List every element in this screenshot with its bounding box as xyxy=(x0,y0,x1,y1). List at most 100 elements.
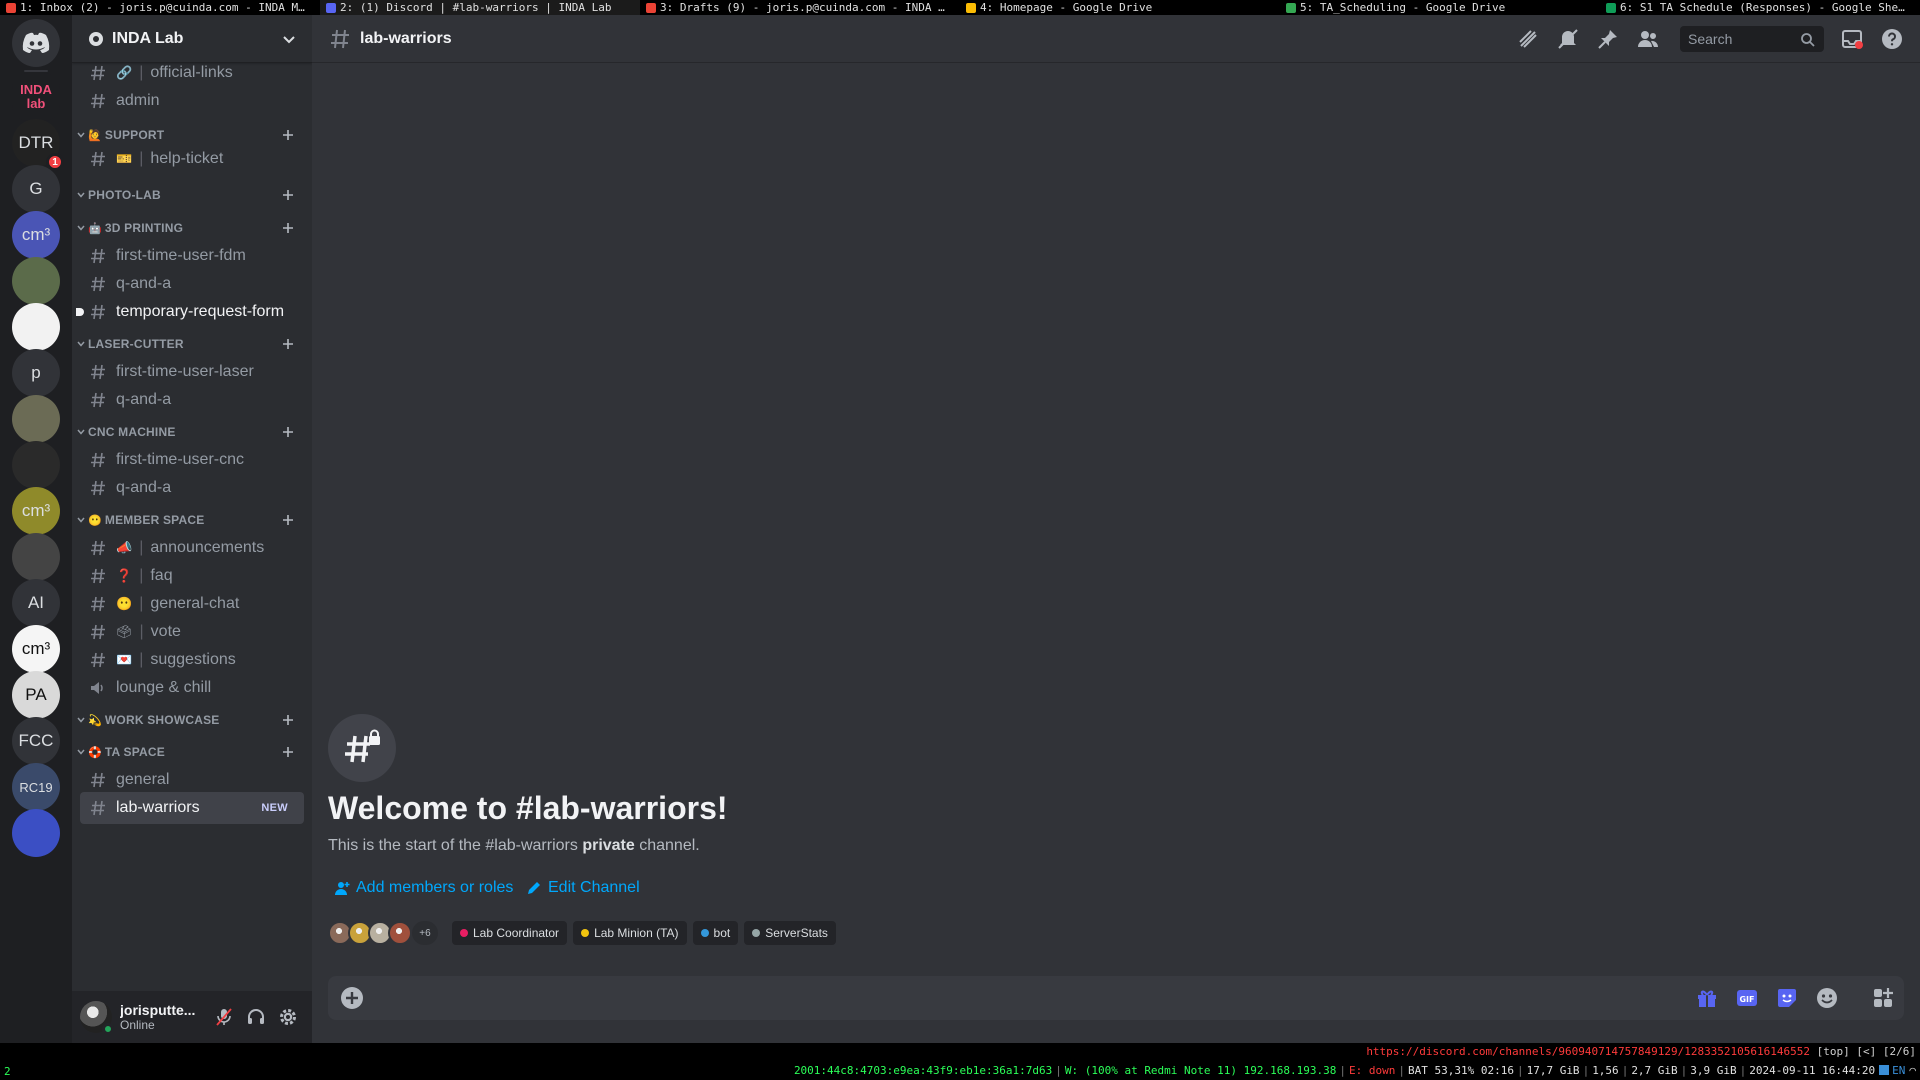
channel-label: first-time-user-fdm xyxy=(116,247,246,264)
channel-help-ticket[interactable]: 🎫 | help-ticket xyxy=(80,143,304,175)
guild-header[interactable]: INDA Lab xyxy=(72,15,312,63)
channel-title: lab-warriors xyxy=(360,29,452,47)
add-members-button[interactable]: Add members or roles xyxy=(334,876,513,900)
add-channel-icon[interactable] xyxy=(280,712,296,728)
add-channel-icon[interactable] xyxy=(280,220,296,236)
category-ta-space[interactable]: 🛟 TA SPACE xyxy=(72,740,312,764)
member-avatars[interactable] xyxy=(328,921,412,945)
channel-q-and-a[interactable]: q-and-a xyxy=(80,384,304,416)
server-cm3-yellow[interactable]: cm³ xyxy=(12,487,60,535)
role-pill[interactable]: Lab Minion (TA) xyxy=(573,921,687,945)
chevron-down-icon xyxy=(77,132,85,138)
user-settings-button[interactable] xyxy=(272,1001,304,1033)
category-label: CNC MACHINE xyxy=(88,425,176,439)
category-cnc-machine[interactable]: CNC MACHINE xyxy=(72,420,312,444)
add-channel-icon[interactable] xyxy=(280,336,296,352)
server-label: cm³ xyxy=(21,639,51,658)
workspace-number[interactable]: 2 xyxy=(4,1065,11,1078)
category-work-showcase[interactable]: 💫 WORK SHOWCASE xyxy=(72,708,312,732)
gift-icon[interactable] xyxy=(1695,986,1719,1010)
add-channel-icon[interactable] xyxy=(280,127,296,143)
more-members-count[interactable]: +6 xyxy=(412,921,438,945)
channel-q-and-a[interactable]: q-and-a xyxy=(80,472,304,504)
server-maze[interactable] xyxy=(12,303,60,351)
new-badge: NEW xyxy=(261,802,288,814)
user-info[interactable]: jorisputte... Online xyxy=(120,1002,208,1032)
channel-temporary-request-form[interactable]: temporary-request-form xyxy=(76,296,304,328)
pin-icon[interactable] xyxy=(1596,27,1620,51)
user-status: Online xyxy=(120,1018,155,1032)
inbox-icon[interactable] xyxy=(1840,27,1864,51)
channel-label: announcements xyxy=(150,539,265,556)
server-rc19[interactable]: RC19 xyxy=(12,763,60,811)
chevron-down-icon xyxy=(77,341,85,347)
add-attachment-icon[interactable] xyxy=(340,986,364,1010)
channel-label: q-and-a xyxy=(116,391,172,408)
role-pill[interactable]: bot xyxy=(692,921,739,945)
mute-button[interactable] xyxy=(208,1001,240,1033)
window-tab[interactable]: 1: Inbox (2) - joris.p@cuinda.com - INDA… xyxy=(0,0,320,15)
server-g[interactable]: G xyxy=(12,165,60,213)
add-channel-icon[interactable] xyxy=(280,187,296,203)
add-channel-icon[interactable] xyxy=(280,424,296,440)
member-avatar[interactable] xyxy=(388,921,412,945)
server-pa[interactable]: PA xyxy=(12,671,60,719)
channel-lab-warriors[interactable]: lab-warriors NEW xyxy=(80,792,304,824)
category-3d-printing[interactable]: 🤖 3D PRINTING xyxy=(72,216,312,240)
server-discord-home[interactable] xyxy=(12,19,60,67)
keyboard-layout[interactable]: EN xyxy=(1892,1064,1905,1077)
notification-bell-muted-icon[interactable] xyxy=(1556,27,1580,51)
channel-label: q-and-a xyxy=(116,479,172,496)
channel-label: help-ticket xyxy=(150,150,224,167)
server-dtr[interactable]: DTR 1 xyxy=(12,119,64,171)
server-cm3-blue[interactable]: cm³ xyxy=(12,211,60,259)
category-photo-lab[interactable]: PHOTO-LAB xyxy=(72,183,312,207)
user-name: jorisputte... xyxy=(120,1002,196,1018)
wifi-icon[interactable]: ◠ xyxy=(1909,1064,1916,1077)
channel-admin[interactable]: admin xyxy=(80,85,304,117)
member-list-icon[interactable] xyxy=(1636,27,1660,51)
category-member-space[interactable]: 😶 MEMBER SPACE xyxy=(72,508,312,532)
server-ai[interactable]: AI xyxy=(12,579,60,627)
emoji-icon[interactable] xyxy=(1815,986,1839,1010)
window-tab[interactable]: 5: TA_Scheduling - Google Drive xyxy=(1280,0,1600,15)
threads-icon[interactable] xyxy=(1516,27,1540,51)
sticker-icon[interactable] xyxy=(1775,986,1799,1010)
edit-channel-button[interactable]: Edit Channel xyxy=(526,876,640,900)
hashtag-icon xyxy=(91,151,105,167)
gif-icon[interactable]: GIF xyxy=(1735,986,1759,1010)
user-avatar[interactable] xyxy=(80,1001,114,1035)
window-tab[interactable]: 2: (1) Discord | #lab-warriors | INDA La… xyxy=(320,0,640,15)
add-channel-icon[interactable] xyxy=(280,744,296,760)
server-inda-lab[interactable]: INDA lab xyxy=(12,73,60,121)
channel-header: lab-warriors xyxy=(312,15,1920,63)
server-clock[interactable] xyxy=(12,533,60,581)
hashtag-icon xyxy=(91,800,105,816)
add-channel-icon[interactable] xyxy=(280,512,296,528)
help-icon[interactable] xyxy=(1880,27,1904,51)
welcome-desc-bold: private xyxy=(582,837,635,854)
message-input[interactable] xyxy=(380,976,1680,1020)
role-color-dot xyxy=(460,929,468,937)
server-wolf[interactable] xyxy=(12,441,60,489)
role-pills: Lab Coordinator Lab Minion (TA) bot ServerS… xyxy=(452,921,842,945)
window-tab[interactable]: 3: Drafts (9) - joris.p@cuinda.com - IND… xyxy=(640,0,960,15)
server-swirl[interactable] xyxy=(12,809,60,857)
window-tab[interactable]: 6: S1 TA Schedule (Responses) - Google S… xyxy=(1600,0,1920,15)
channel-lounge-chill[interactable]: lounge & chill xyxy=(80,672,304,704)
server-cm3-white[interactable]: cm³ xyxy=(12,625,60,673)
server-fcc[interactable]: FCC xyxy=(12,717,60,765)
server-truck[interactable] xyxy=(12,395,60,443)
category-laser-cutter[interactable]: LASER-CUTTER xyxy=(72,332,312,356)
role-pill[interactable]: Lab Coordinator xyxy=(452,921,568,945)
gear-icon xyxy=(280,1009,296,1025)
deafen-button[interactable] xyxy=(240,1001,272,1033)
tray-icon[interactable] xyxy=(1879,1065,1890,1075)
role-pill[interactable]: ServerStats xyxy=(744,921,836,945)
category-label: PHOTO-LAB xyxy=(88,188,161,202)
window-tab[interactable]: 4: Homepage - Google Drive xyxy=(960,0,1280,15)
server-camo[interactable] xyxy=(12,257,60,305)
apps-icon[interactable] xyxy=(1871,986,1895,1010)
server-p[interactable]: p xyxy=(12,349,60,397)
channel-emoji: 📣 xyxy=(116,540,133,555)
